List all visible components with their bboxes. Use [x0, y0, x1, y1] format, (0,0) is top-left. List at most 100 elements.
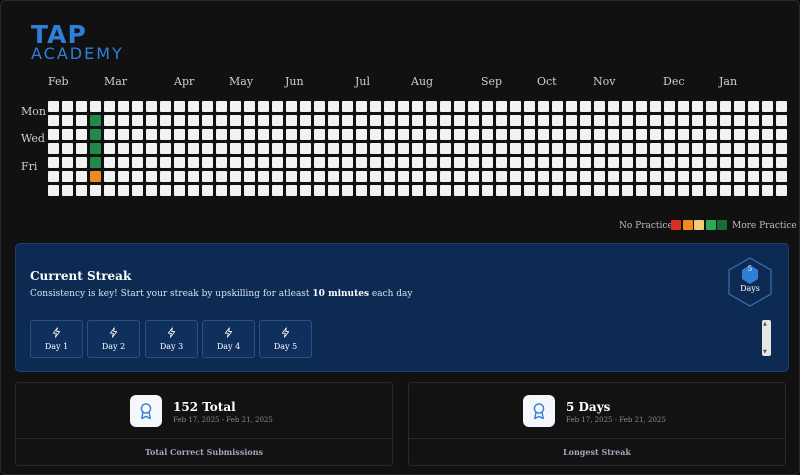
- heatmap-cell[interactable]: [328, 101, 339, 112]
- heatmap-cell[interactable]: [496, 129, 507, 140]
- heatmap-cell[interactable]: [678, 185, 689, 196]
- scroll-down-icon[interactable]: ▼: [763, 349, 767, 355]
- heatmap-cell[interactable]: [776, 157, 787, 168]
- heatmap-cell[interactable]: [244, 157, 255, 168]
- heatmap-cell[interactable]: [160, 115, 171, 126]
- heatmap-cell[interactable]: [552, 143, 563, 154]
- heatmap-cell[interactable]: [300, 101, 311, 112]
- heatmap-cell[interactable]: [202, 157, 213, 168]
- heatmap-cell[interactable]: [272, 101, 283, 112]
- heatmap-cell[interactable]: [748, 157, 759, 168]
- heatmap-cell[interactable]: [412, 101, 423, 112]
- heatmap-cell[interactable]: [412, 129, 423, 140]
- heatmap-cell[interactable]: [734, 101, 745, 112]
- heatmap-cell[interactable]: [566, 101, 577, 112]
- heatmap-cell[interactable]: [650, 143, 661, 154]
- heatmap-cell[interactable]: [286, 171, 297, 182]
- heatmap-cell[interactable]: [706, 171, 717, 182]
- heatmap-cell[interactable]: [524, 185, 535, 196]
- heatmap-cell[interactable]: [328, 143, 339, 154]
- heatmap-cell[interactable]: [538, 101, 549, 112]
- heatmap-cell[interactable]: [356, 171, 367, 182]
- heatmap-cell[interactable]: [174, 157, 185, 168]
- heatmap-cell[interactable]: [314, 185, 325, 196]
- heatmap-cell[interactable]: [426, 101, 437, 112]
- heatmap-cell[interactable]: [300, 115, 311, 126]
- heatmap-cell[interactable]: [62, 101, 73, 112]
- heatmap-cell[interactable]: [482, 101, 493, 112]
- heatmap-cell[interactable]: [552, 129, 563, 140]
- heatmap-cell[interactable]: [510, 185, 521, 196]
- heatmap-cell[interactable]: [650, 185, 661, 196]
- heatmap-cell[interactable]: [664, 115, 675, 126]
- heatmap-cell[interactable]: [132, 129, 143, 140]
- heatmap-cell[interactable]: [216, 157, 227, 168]
- heatmap-cell[interactable]: [692, 171, 703, 182]
- heatmap-cell[interactable]: [440, 171, 451, 182]
- heatmap-cell[interactable]: [202, 143, 213, 154]
- heatmap-cell[interactable]: [580, 129, 591, 140]
- heatmap-cell[interactable]: [412, 171, 423, 182]
- heatmap-cell[interactable]: [524, 129, 535, 140]
- heatmap-cell[interactable]: [720, 157, 731, 168]
- heatmap-cell[interactable]: [384, 129, 395, 140]
- heatmap-cell[interactable]: [370, 185, 381, 196]
- heatmap-cell[interactable]: [76, 115, 87, 126]
- heatmap-cell[interactable]: [216, 143, 227, 154]
- heatmap-cell[interactable]: [62, 143, 73, 154]
- heatmap-cell[interactable]: [622, 129, 633, 140]
- heatmap-cell[interactable]: [286, 129, 297, 140]
- heatmap-cell[interactable]: [118, 115, 129, 126]
- heatmap-cell[interactable]: [664, 129, 675, 140]
- heatmap-cell[interactable]: [440, 101, 451, 112]
- heatmap-cell[interactable]: [188, 143, 199, 154]
- heatmap-cell[interactable]: [482, 185, 493, 196]
- heatmap-cell[interactable]: [566, 115, 577, 126]
- heatmap-cell[interactable]: [48, 171, 59, 182]
- heatmap-cell[interactable]: [384, 115, 395, 126]
- heatmap-cell[interactable]: [664, 143, 675, 154]
- heatmap-cell[interactable]: [776, 101, 787, 112]
- heatmap-cell[interactable]: [132, 157, 143, 168]
- scroll-up-icon[interactable]: ▲: [763, 321, 767, 327]
- heatmap-cell[interactable]: [412, 157, 423, 168]
- heatmap-cell[interactable]: [132, 101, 143, 112]
- heatmap-cell[interactable]: [650, 157, 661, 168]
- heatmap-cell[interactable]: [454, 157, 465, 168]
- heatmap-cell[interactable]: [160, 101, 171, 112]
- heatmap-cell[interactable]: [776, 185, 787, 196]
- heatmap-cell[interactable]: [538, 171, 549, 182]
- heatmap-cell[interactable]: [314, 171, 325, 182]
- heatmap-cell[interactable]: [146, 129, 157, 140]
- heatmap-cell[interactable]: [524, 101, 535, 112]
- heatmap-cell[interactable]: [426, 157, 437, 168]
- heatmap-cell[interactable]: [258, 157, 269, 168]
- heatmap-cell[interactable]: [510, 157, 521, 168]
- heatmap-cell[interactable]: [734, 157, 745, 168]
- heatmap-cell[interactable]: [608, 185, 619, 196]
- heatmap-cell[interactable]: [314, 115, 325, 126]
- heatmap-cell[interactable]: [622, 185, 633, 196]
- heatmap-cell[interactable]: [594, 171, 605, 182]
- heatmap-cell[interactable]: [636, 101, 647, 112]
- heatmap-cell[interactable]: [622, 115, 633, 126]
- heatmap-cell[interactable]: [342, 101, 353, 112]
- heatmap-cell[interactable]: [748, 101, 759, 112]
- heatmap-cell[interactable]: [160, 171, 171, 182]
- heatmap-cell[interactable]: [496, 157, 507, 168]
- heatmap-cell[interactable]: [538, 185, 549, 196]
- heatmap-cell[interactable]: [510, 115, 521, 126]
- heatmap-cell[interactable]: [244, 143, 255, 154]
- heatmap-cell[interactable]: [300, 143, 311, 154]
- heatmap-cell[interactable]: [90, 101, 101, 112]
- heatmap-cell[interactable]: [384, 157, 395, 168]
- heatmap-cell[interactable]: [776, 129, 787, 140]
- heatmap-cell[interactable]: [118, 129, 129, 140]
- heatmap-cell[interactable]: [258, 143, 269, 154]
- heatmap-cell[interactable]: [762, 129, 773, 140]
- heatmap-cell[interactable]: [398, 115, 409, 126]
- heatmap-cell[interactable]: [300, 185, 311, 196]
- heatmap-cell[interactable]: [356, 157, 367, 168]
- heatmap-cell[interactable]: [510, 143, 521, 154]
- heatmap-cell[interactable]: [678, 143, 689, 154]
